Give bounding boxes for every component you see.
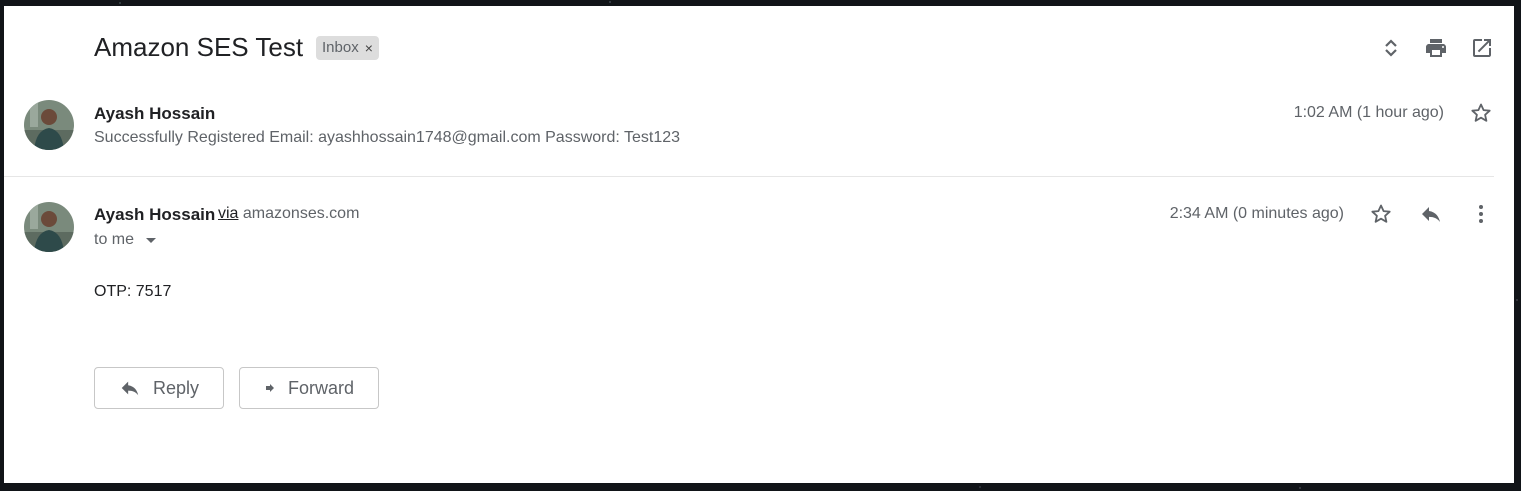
reply-icon [121,381,139,396]
message-snippet[interactable]: Successfully Registered Email: ayashhoss… [94,129,680,147]
thread-subject: Amazon SES Test [94,32,304,62]
recipient-text: to me [94,231,135,248]
message-divider [4,176,1494,177]
forward-button[interactable]: Forward [239,367,379,409]
sender-name[interactable]: Ayash Hossain [94,104,215,124]
remove-label-icon[interactable]: × [365,36,373,60]
recipient-dropdown[interactable]: to me [94,231,157,249]
star-icon[interactable] [1469,101,1493,125]
message-body: OTP: 7517 [94,283,172,300]
inbox-label-chip[interactable]: Inbox × [316,36,379,60]
avatar [24,202,74,252]
message-time: 2:34 AM (0 minutes ago) [1169,205,1344,222]
more-options-icon[interactable] [1469,202,1493,226]
email-thread-panel: Amazon SES Test Inbox × Ayash Hossain Su… [4,6,1514,483]
expand-collapse-icon[interactable] [1379,36,1403,60]
open-in-new-window-icon[interactable] [1470,36,1494,60]
chevron-down-icon [146,237,157,243]
reply-label: Reply [152,377,199,398]
label-text: Inbox [322,39,359,56]
print-icon[interactable] [1424,36,1448,60]
via-domain: amazonses.com [242,205,360,222]
reply-icon[interactable] [1419,202,1443,226]
forward-label: Forward [287,377,354,398]
reply-button[interactable]: Reply [94,367,224,409]
avatar [24,100,74,150]
sender-name[interactable]: Ayash Hossain [94,205,215,225]
via-info: via amazonses.com [218,205,359,223]
forward-icon [265,384,274,392]
star-icon[interactable] [1369,202,1393,226]
via-link[interactable]: via [218,205,238,222]
message-time: 1:02 AM (1 hour ago) [1293,104,1444,121]
